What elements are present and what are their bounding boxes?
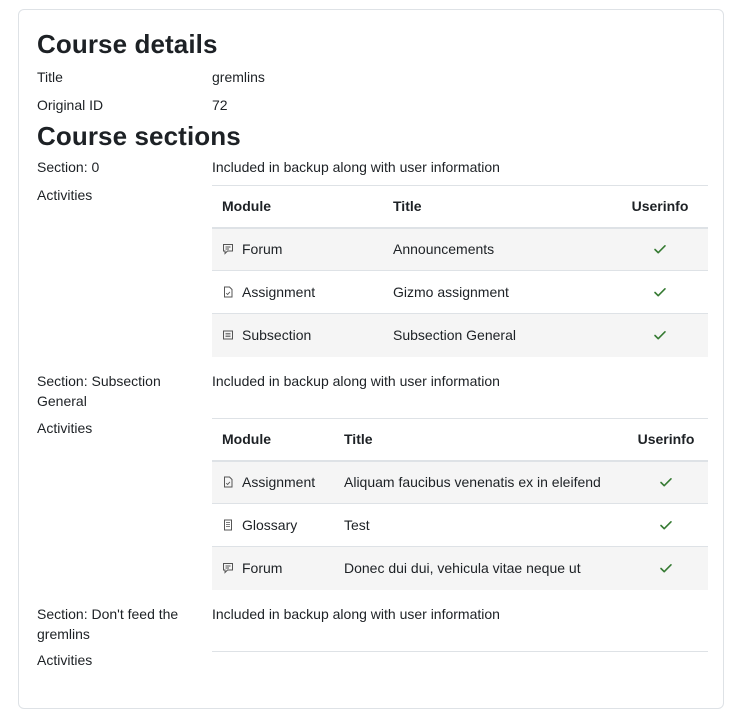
original-id-value: 72 [212, 97, 228, 113]
assignment-icon [224, 286, 233, 298]
activity-title: Subsection General [383, 313, 612, 357]
section-status: Included in backup along with user infor… [212, 159, 500, 175]
column-header-userinfo: Userinfo [624, 418, 708, 462]
table-row: Forum Announcements [212, 227, 708, 271]
glossary-icon [224, 519, 232, 531]
column-header-userinfo: Userinfo [612, 185, 708, 229]
table-row: Glossary Test [212, 503, 708, 547]
table-row: Subsection Subsection General [212, 313, 708, 357]
original-id-label: Original ID [37, 97, 104, 113]
column-header-module: Module [212, 185, 383, 229]
column-header-module: Module [212, 418, 334, 462]
activity-title: Test [334, 503, 624, 547]
module-name: Forum [242, 560, 283, 577]
check-icon [660, 564, 672, 573]
section-label: Section: Don't feed the gremlins [37, 606, 179, 642]
activity-title: Donec dui dui, vehicula vitae neque ut [334, 546, 624, 590]
check-icon [654, 245, 666, 254]
section-label: Section: 0 [37, 159, 100, 175]
table-row: Forum Donec dui dui, vehicula vitae nequ… [212, 546, 708, 590]
module-name: Assignment [242, 474, 316, 491]
activities-label: Activities [37, 420, 93, 436]
section-status: Included in backup along with user infor… [212, 606, 500, 622]
course-details-heading: Course details [37, 29, 218, 59]
activity-title: Aliquam faucibus venenatis ex in eleifen… [334, 460, 624, 504]
activity-title: Announcements [383, 227, 612, 271]
activities-label: Activities [37, 187, 93, 203]
module-name: Assignment [242, 284, 316, 300]
table-row: Assignment Aliquam faucibus venenatis ex… [212, 460, 708, 504]
activities-table: Module Title Userinfo Forum Announcement… [212, 185, 708, 357]
activities-table-top-border [212, 651, 708, 652]
title-label: Title [37, 69, 63, 85]
section-status: Included in backup along with user infor… [212, 373, 500, 389]
section-label: Section: Subsection General [37, 373, 161, 409]
module-name: Subsection [242, 327, 312, 344]
column-header-title: Title [383, 185, 612, 229]
activity-title: Gizmo assignment [383, 270, 612, 314]
title-value: gremlins [212, 69, 265, 85]
table-row: Assignment Gizmo assignment [212, 270, 708, 314]
check-icon [654, 331, 666, 340]
forum-icon [223, 244, 233, 255]
subsection-icon [223, 330, 233, 340]
activities-label: Activities [37, 652, 93, 668]
module-name: Forum [242, 241, 283, 258]
module-name: Glossary [242, 517, 298, 533]
assignment-icon [224, 476, 233, 488]
forum-icon [223, 563, 233, 574]
column-header-title: Title [334, 418, 624, 462]
course-sections-heading: Course sections [37, 121, 241, 151]
check-icon [660, 521, 672, 530]
activities-table: Module Title Userinfo Assignment Aliquam… [212, 418, 708, 590]
check-icon [660, 478, 672, 487]
check-icon [654, 288, 666, 297]
